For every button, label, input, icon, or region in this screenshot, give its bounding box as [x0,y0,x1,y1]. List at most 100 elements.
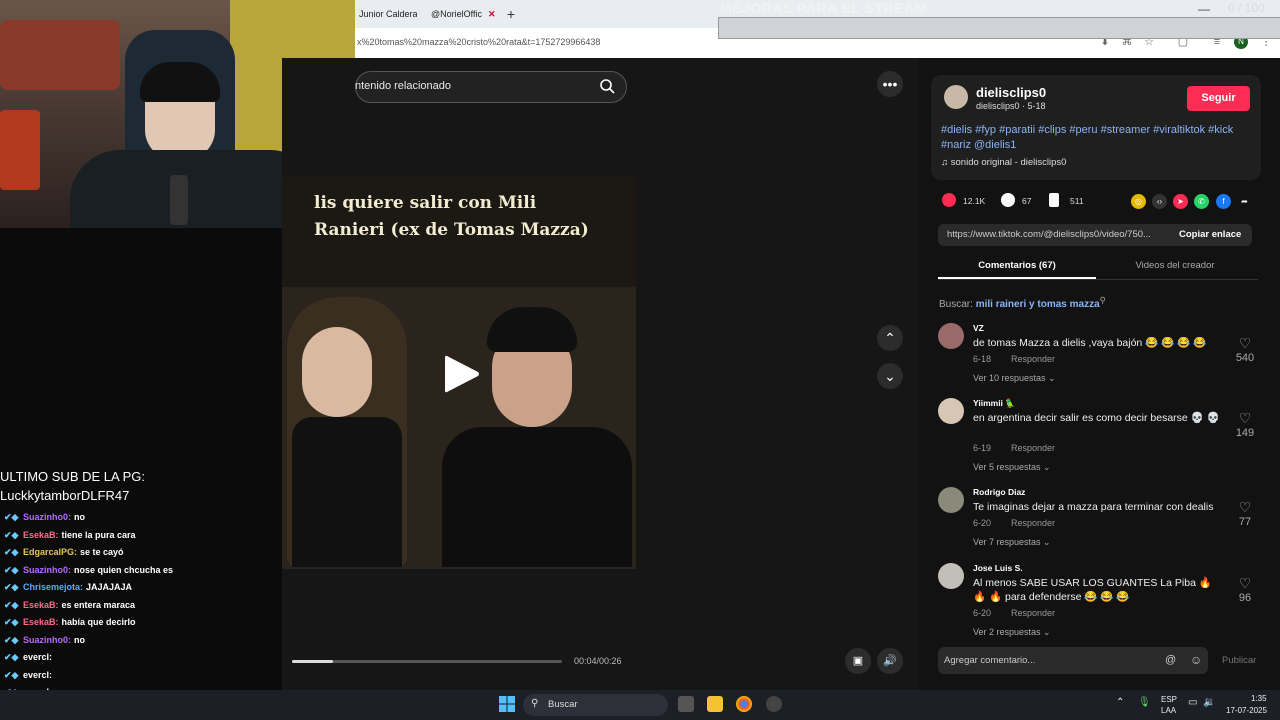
microphone-icon[interactable]: 🎙 [1138,697,1151,708]
chat-username[interactable]: EdgarcalPG: [23,547,77,557]
follow-button[interactable]: Seguir [1187,86,1250,111]
badge-icon: ✔◆ [4,634,21,645]
taskbar-search-label: Buscar [548,699,578,710]
save-count: 511 [1070,196,1084,206]
whatsapp-icon[interactable]: ✆ [1194,194,1209,209]
taskbar-search[interactable] [523,694,668,716]
chat-text: JAJAJAJA [86,582,133,592]
chat-username[interactable]: evercl: [23,652,52,662]
creator-avatar[interactable] [944,85,968,109]
new-tab-button[interactable]: + [501,4,521,24]
reply-button[interactable]: Responder [1011,354,1055,364]
comment-like-icon[interactable]: ♡ [1234,410,1256,427]
coin-icon[interactable]: ◎ [1131,194,1146,209]
chat-message: ✔◆ EsekaB: había que decirlo [4,617,136,628]
publish-button[interactable]: Publicar [1222,655,1256,666]
next-video-icon[interactable]: ⌄ [877,363,903,389]
commenter-avatar[interactable] [938,323,964,349]
view-replies-button[interactable]: Ver 2 respuestas ⌄ [973,627,1051,638]
commenter-name[interactable]: Rodrigo Diaz [973,487,1025,497]
view-replies-button[interactable]: Ver 5 respuestas ⌄ [973,462,1051,473]
video-link[interactable]: https://www.tiktok.com/@dielisclips0/vid… [947,229,1151,240]
tray-expand-icon[interactable]: ⌃ [1116,697,1124,708]
music-note-icon: ♫ [941,157,951,168]
chat-text: tiene la pura cara [61,529,136,540]
stream-goal-title: MEJORAS PARA EL STREAM [720,0,927,16]
play-icon[interactable] [444,354,480,394]
comment-placeholder: Agregar comentario... [944,655,1036,666]
comment-like-icon[interactable]: ♡ [1234,335,1256,352]
commenter-name[interactable]: Yiimmii 🦜 [973,398,1016,409]
view-replies-label: Ver 10 respuestas [973,373,1046,383]
facebook-icon[interactable]: f [1216,194,1231,209]
tab-noriel[interactable]: @NorielOffic [431,4,493,24]
send-icon[interactable]: ➤ [1173,194,1188,209]
task-view-icon[interactable] [678,696,694,712]
badge-icon: ✔◆ [4,547,21,557]
commenter-avatar[interactable] [938,563,964,589]
view-replies-button[interactable]: Ver 7 respuestas ⌄ [973,537,1051,548]
commenter-name[interactable]: VZ [973,323,984,333]
comment-count: 67 [1022,196,1032,206]
tab-junior-caldera[interactable]: Junior Caldera ✕ [355,4,417,24]
chat-username[interactable]: Suazinho0: [23,635,71,645]
chat-message: ✔◆ EsekaB: es entera maraca [4,600,135,611]
mention-icon[interactable]: @ [1165,654,1176,666]
volume-icon[interactable]: 🔉 [1203,697,1215,708]
chat-username[interactable]: Chrisemejota: [23,582,83,592]
reply-button[interactable]: Responder [1011,518,1055,528]
badge-icon: ✔◆ [4,512,21,522]
last-sub-name: LuckkytamborDLFR47 [0,488,130,503]
comment-search-suggestion[interactable]: Buscar: mili raineri y tomas mazza⚲ [939,295,1106,310]
commenter-avatar[interactable] [938,487,964,513]
pip-icon[interactable]: ▣ [845,648,871,674]
like-count: 12.1K [963,196,986,206]
previous-video-icon[interactable]: ⌃ [877,325,903,351]
comment-icon[interactable] [1001,193,1015,207]
search-icon[interactable] [599,78,615,94]
chat-username[interactable]: EsekaB: [23,617,59,627]
file-explorer-icon[interactable] [707,696,723,712]
embed-icon[interactable]: ‹› [1152,194,1167,209]
share-icon[interactable]: ➦ [1237,194,1252,209]
volume-icon[interactable]: 🔊 [877,648,903,674]
like-icon[interactable] [942,193,956,207]
reply-button[interactable]: Responder [1011,608,1055,618]
minimize-icon[interactable]: — [1198,2,1210,16]
chat-username[interactable]: EsekaB: [23,530,59,540]
bookmark-icon[interactable] [1049,193,1059,207]
comment-like-icon[interactable]: ♡ [1234,499,1256,516]
reply-button[interactable]: Responder [1011,443,1055,453]
language-code[interactable]: ESP [1161,695,1177,704]
chat-username[interactable]: evercl: [23,670,52,680]
chrome-icon[interactable] [736,696,752,712]
commenter-avatar[interactable] [938,398,964,424]
comment-like-count: 540 [1235,352,1255,364]
url-field[interactable]: x%20tomas%20mazza%20cristo%20rata&t=1752… [357,37,600,47]
obs-icon[interactable] [766,696,782,712]
chat-message: ✔◆ Suazinho0: no [4,635,85,646]
close-tab-icon[interactable]: ✕ [485,4,495,24]
chat-message: ✔◆ evercl: [4,670,55,681]
comment-meta: 6-19 Responder [973,443,1055,453]
chat-username[interactable]: Suazinho0: [23,512,71,522]
tab-creator-videos[interactable]: Videos del creador [1096,260,1254,271]
video-progress-track[interactable] [292,660,562,663]
last-sub-title: ULTIMO SUB DE LA PG: [0,469,145,484]
comment-like-icon[interactable]: ♡ [1234,575,1256,592]
windows-start-icon[interactable] [499,696,515,712]
copy-link-button[interactable]: Copiar enlace [1179,229,1241,240]
creator-handle-date: dielisclips0 · 5-18 [976,101,1046,111]
post-sound[interactable]: ♫ sonido original - dielisclips0 [941,157,1066,168]
chat-username[interactable]: EsekaB: [23,600,59,610]
tab-comments[interactable]: Comentarios (67) [938,260,1096,271]
chat-username[interactable]: Suazinho0: [23,565,71,575]
view-replies-button[interactable]: Ver 10 respuestas ⌄ [973,373,1056,384]
more-options-icon[interactable]: ••• [877,71,903,97]
clock-time[interactable]: 1:35 [1251,694,1267,703]
commenter-name[interactable]: Jose Luis S. [973,563,1023,573]
network-icon[interactable]: ▭ [1188,697,1197,708]
chevron-down-icon: ⌄ [1040,462,1051,472]
emoji-icon[interactable]: ☺ [1190,653,1202,667]
creator-username[interactable]: dielisclips0 [976,85,1046,100]
